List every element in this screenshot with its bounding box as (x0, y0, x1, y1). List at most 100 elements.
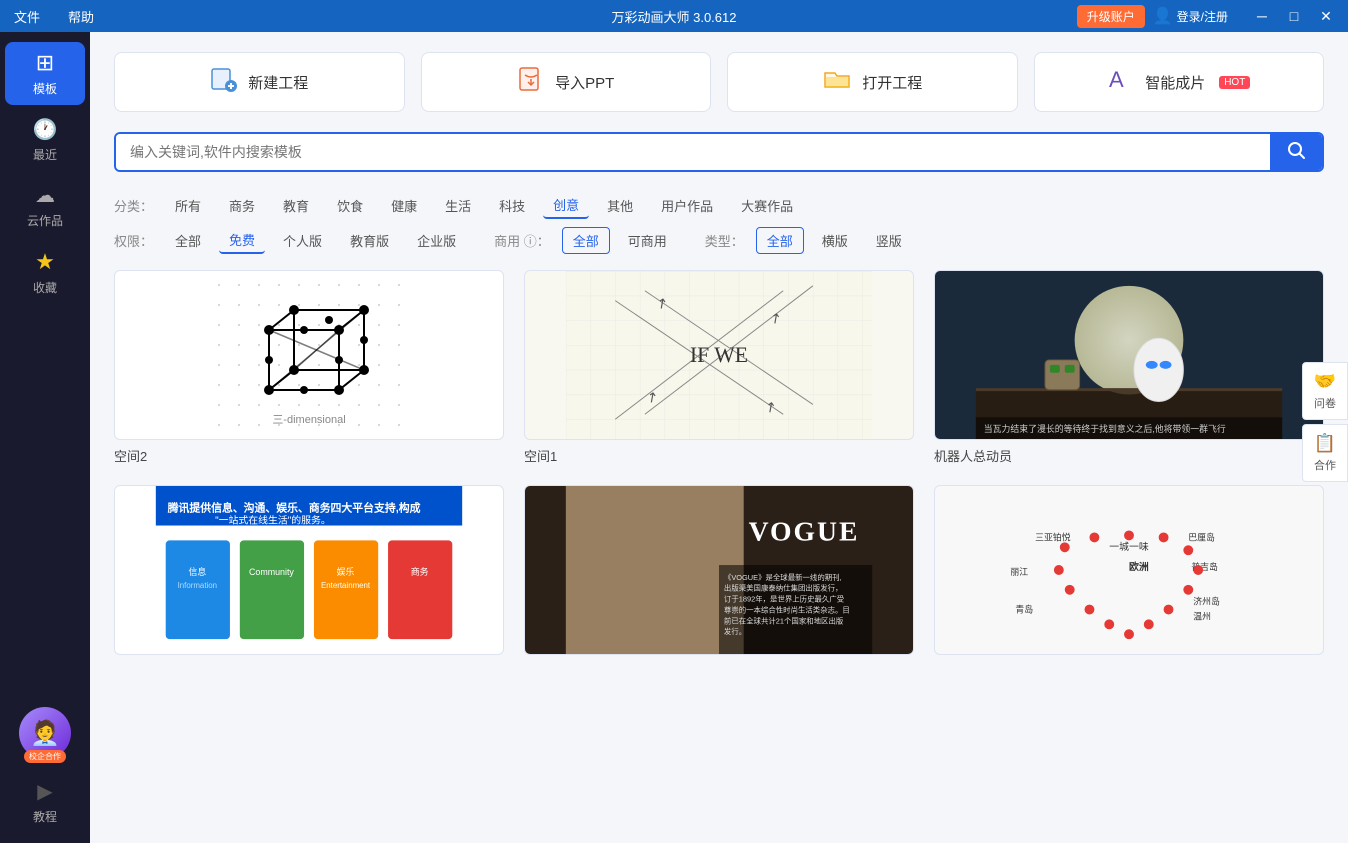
permission-label: 权限： (114, 231, 153, 250)
comm-commercial[interactable]: 可商用 (618, 228, 677, 253)
type-portrait[interactable]: 竖版 (866, 228, 912, 253)
filter-tech[interactable]: 科技 (489, 193, 535, 218)
template-card-space1[interactable]: ↗ ↗ ↗ ↗ IF WE 空间1 (524, 270, 914, 465)
search-button[interactable] (1270, 134, 1322, 170)
app-title: 万彩动画大师 3.0.612 (612, 7, 737, 26)
ai-compose-button[interactable]: A 智能成片 HOT (1034, 52, 1325, 112)
template-icon: ⊞ (36, 50, 54, 76)
type-label: 类型： (705, 231, 744, 250)
template-card-tencent[interactable]: 腾讯提供信息、沟通、娱乐、商务四大平台支持,构成 "一站式在线生活"的服务。 信… (114, 485, 504, 661)
comm-all[interactable]: 全部 (562, 227, 610, 254)
perm-free[interactable]: 免费 (219, 227, 265, 254)
template-grid: 三-dimensional 空间2 (114, 270, 1324, 661)
cooperation-button[interactable]: 📋 合作 (1302, 424, 1348, 482)
template-card-robot[interactable]: 当瓦力结束了漫长的等待终于找到意义之后,他将带领一群飞行 机器人总动员 (934, 270, 1324, 465)
ai-icon: A (1107, 65, 1135, 100)
import-ppt-button[interactable]: 导入PPT (421, 52, 712, 112)
template-card-space2[interactable]: 三-dimensional 空间2 (114, 270, 504, 465)
svg-text:三-dimensional: 三-dimensional (272, 414, 345, 426)
menu-help[interactable]: 帮助 (62, 5, 100, 28)
svg-text:欧洲: 欧洲 (1129, 560, 1149, 573)
sidebar-item-tutorial[interactable]: ▶ 教程 (5, 771, 85, 833)
sidebar-item-template[interactable]: ⊞ 模板 (5, 42, 85, 105)
right-panel: 🤝 问卷 📋 合作 (1302, 362, 1348, 482)
svg-text:一城一味: 一城一味 (1109, 541, 1149, 553)
template-card-vogue[interactable]: VOGUE 《VOGUE》是全球最新一线的期刊, 出版渠美国康泰纳仕集团出版发行… (524, 485, 914, 661)
window-controls: ─ □ ✕ (1248, 6, 1340, 26)
filter-business[interactable]: 商务 (219, 193, 265, 218)
svg-text:"一站式在线生活"的服务。: "一站式在线生活"的服务。 (215, 514, 331, 527)
svg-text:发行。: 发行。 (724, 626, 746, 636)
template-thumb-vogue: VOGUE 《VOGUE》是全球最新一线的期刊, 出版渠美国康泰纳仕集团出版发行… (524, 485, 914, 655)
template-name-space2: 空间2 (114, 446, 504, 465)
category-label: 分类： (114, 196, 153, 215)
user-icon: 👤 (1153, 6, 1173, 26)
filter-creative[interactable]: 创意 (543, 192, 589, 219)
commercial-label: 商用 ⓘ： (494, 231, 550, 250)
login-button[interactable]: 👤 登录/注册 (1153, 6, 1228, 26)
svg-text:济州岛: 济州岛 (1193, 596, 1220, 607)
template-thumb-space2: 三-dimensional (114, 270, 504, 440)
open-project-button[interactable]: 打开工程 (727, 52, 1018, 112)
survey-icon: 🤝 (1314, 371, 1336, 392)
svg-text:巴厘岛: 巴厘岛 (1188, 531, 1215, 542)
template-thumb-travel: 一城一味 三亚铂悦 巴厘岛 丽江 欧洲 普吉岛 青岛 济州岛 温州 (934, 485, 1324, 655)
survey-button[interactable]: 🤝 问卷 (1302, 362, 1348, 420)
play-icon: ▶ (37, 779, 52, 804)
category-filter-row: 分类： 所有 商务 教育 饮食 健康 生活 科技 创意 其他 用户作品 大赛作品 (114, 192, 1324, 219)
titlebar: 文件 帮助 万彩动画大师 3.0.612 升级账户 👤 登录/注册 ─ □ ✕ (0, 0, 1348, 32)
sidebar-item-recent[interactable]: 🕐 最近 (5, 109, 85, 171)
filter-all[interactable]: 所有 (165, 193, 211, 218)
close-button[interactable]: ✕ (1312, 6, 1340, 26)
svg-text:A: A (1109, 67, 1124, 92)
filter-life[interactable]: 生活 (435, 193, 481, 218)
clock-icon: 🕐 (33, 117, 58, 142)
new-project-icon (210, 65, 238, 100)
svg-text:《VOGUE》是全球最新一线的期刊,: 《VOGUE》是全球最新一线的期刊, (724, 572, 842, 582)
svg-text:商务: 商务 (411, 566, 429, 577)
svg-text:尊崇的一本综合性时尚生活类杂志。目: 尊崇的一本综合性时尚生活类杂志。目 (724, 604, 850, 614)
filter-food[interactable]: 饮食 (327, 193, 373, 218)
perm-personal[interactable]: 个人版 (273, 228, 332, 253)
sidebar-bottom: 🧑‍💼 校企合作 ▶ 教程 (0, 699, 90, 843)
template-card-travel[interactable]: 一城一味 三亚铂悦 巴厘岛 丽江 欧洲 普吉岛 青岛 济州岛 温州 (934, 485, 1324, 661)
perm-all[interactable]: 全部 (165, 228, 211, 253)
sidebar-item-favorite[interactable]: ★ 收藏 (5, 241, 85, 304)
svg-text:腾讯提供信息、沟通、娱乐、商务四大平台支持,构成: 腾讯提供信息、沟通、娱乐、商务四大平台支持,构成 (168, 501, 421, 515)
filter-user-works[interactable]: 用户作品 (651, 193, 723, 218)
type-all[interactable]: 全部 (756, 227, 804, 254)
hot-badge: HOT (1219, 76, 1250, 89)
action-row: 新建工程 导入PPT (114, 52, 1324, 112)
minimize-button[interactable]: ─ (1248, 6, 1276, 26)
svg-text:温州: 温州 (1193, 611, 1211, 621)
perm-enterprise[interactable]: 企业版 (407, 228, 466, 253)
svg-text:出版渠美国康泰纳仕集团出版发行，: 出版渠美国康泰纳仕集团出版发行， (724, 583, 843, 593)
type-landscape[interactable]: 横版 (812, 228, 858, 253)
new-project-button[interactable]: 新建工程 (114, 52, 405, 112)
import-icon (517, 65, 545, 100)
coop-icon: 📋 (1314, 433, 1336, 454)
template-name-robot: 机器人总动员 (934, 446, 1324, 465)
open-icon (822, 65, 852, 100)
filter-education[interactable]: 教育 (273, 193, 319, 218)
svg-text:VOGUE: VOGUE (749, 515, 860, 546)
filter-contest[interactable]: 大赛作品 (731, 193, 803, 218)
upgrade-button[interactable]: 升级账户 (1077, 5, 1145, 28)
svg-text:青岛: 青岛 (1015, 603, 1033, 614)
search-input[interactable] (116, 134, 1270, 170)
svg-text:当瓦力结束了漫长的等待终于找到意义之后,他将带领一群飞行: 当瓦力结束了漫长的等待终于找到意义之后,他将带领一群飞行 (984, 423, 1226, 434)
maximize-button[interactable]: □ (1280, 6, 1308, 26)
sidebar-item-cloud[interactable]: ☁ 云作品 (5, 175, 85, 237)
filter-health[interactable]: 健康 (381, 193, 427, 218)
perm-education[interactable]: 教育版 (340, 228, 399, 253)
svg-text:Entertainment: Entertainment (321, 581, 371, 590)
filter-other[interactable]: 其他 (597, 193, 643, 218)
menu-file[interactable]: 文件 (8, 5, 46, 28)
permission-filter-row: 权限： 全部 免费 个人版 教育版 企业版 商用 ⓘ： 全部 可商用 类型： 全… (114, 227, 1324, 254)
template-thumb-tencent: 腾讯提供信息、沟通、娱乐、商务四大平台支持,构成 "一站式在线生活"的服务。 信… (114, 485, 504, 655)
svg-text:IF WE: IF WE (690, 343, 748, 367)
template-thumb-space1: ↗ ↗ ↗ ↗ IF WE (524, 270, 914, 440)
main-content: 新建工程 导入PPT (90, 32, 1348, 843)
enterprise-coop-button[interactable]: 🧑‍💼 校企合作 (5, 699, 85, 767)
titlebar-right: 升级账户 👤 登录/注册 ─ □ ✕ (1077, 5, 1340, 28)
